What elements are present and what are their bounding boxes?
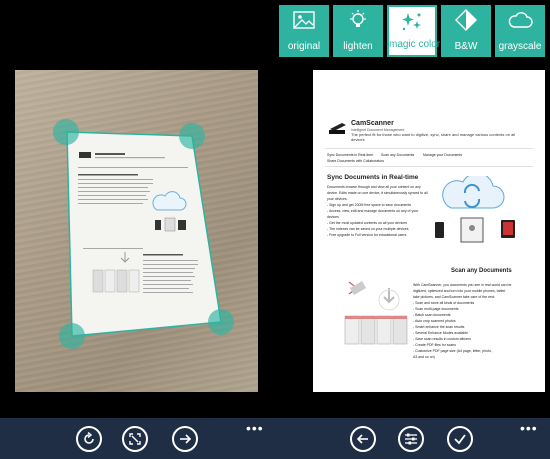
crop-handle-top-left[interactable] (53, 119, 79, 145)
filter-label: B&W (454, 41, 478, 52)
filter-grayscale-button[interactable]: grayscale (495, 5, 545, 57)
contrast-icon (441, 9, 491, 31)
arrow-left-icon (356, 434, 368, 444)
doc-section2-body: With CamScanner, you documents you see i… (413, 282, 511, 360)
sparkle-icon (389, 11, 435, 33)
filter-magic-color-button[interactable]: magic color (387, 5, 441, 57)
image-icon (279, 9, 329, 31)
next-button[interactable] (172, 426, 198, 452)
crop-handle-bottom-right[interactable] (208, 309, 234, 335)
rotate-icon (84, 432, 94, 444)
filter-label: grayscale (498, 41, 542, 52)
processed-document: CamScanner Intelligent Document Manageme… (313, 70, 545, 392)
doc-nav-item: Sync Documents in Real-time (327, 153, 374, 157)
sync-devices-illustration (431, 172, 521, 251)
filter-label: magic color (389, 39, 441, 50)
crop-handle-top-right[interactable] (179, 123, 205, 149)
doc-section2-title: Scan any Documents (451, 268, 512, 274)
filter-original-button[interactable]: original (279, 5, 329, 57)
done-button[interactable] (447, 426, 473, 452)
arrow-right-icon (180, 434, 192, 444)
crop-expand-icon (129, 433, 141, 445)
doc-body-line: - Free upgrade to Full version for educa… (327, 233, 407, 237)
doc-nav-item: Share Documents with Collaborators (327, 159, 384, 163)
back-button[interactable] (350, 426, 376, 452)
bottom-app-bar: ••• ••• (0, 418, 550, 459)
original-photo (15, 70, 258, 392)
full-crop-button[interactable] (122, 426, 148, 452)
doc-section1-title: Sync Documents in Real-time (327, 174, 419, 181)
filter-label: original (287, 41, 321, 52)
sliders-icon (405, 433, 417, 445)
doc-section1-body: Documents browse through and view all yo… (327, 184, 428, 238)
doc-nav-item: Scan any Documents (381, 153, 415, 157)
doc-intro: The perfect fit for those who want to di… (351, 132, 516, 142)
checkmark-icon (454, 434, 466, 445)
right-more-button[interactable]: ••• (520, 420, 538, 436)
scanner-logo-icon (328, 121, 348, 140)
cloud-icon (495, 9, 545, 31)
doc-app-name: CamScanner (351, 120, 394, 127)
filter-lighten-button[interactable]: lighten (333, 5, 383, 57)
rotate-button[interactable] (76, 426, 102, 452)
lightbulb-icon (333, 9, 383, 31)
doc-nav-item: Manage your Documents (423, 153, 463, 157)
crop-handle-bottom-left[interactable] (59, 323, 85, 349)
left-more-button[interactable]: ••• (246, 420, 264, 436)
doc-body-line: A3 and so on) (413, 355, 435, 359)
adjust-button[interactable] (398, 426, 424, 452)
filter-bw-button[interactable]: B&W (441, 5, 491, 57)
filter-label: lighten (343, 41, 373, 52)
